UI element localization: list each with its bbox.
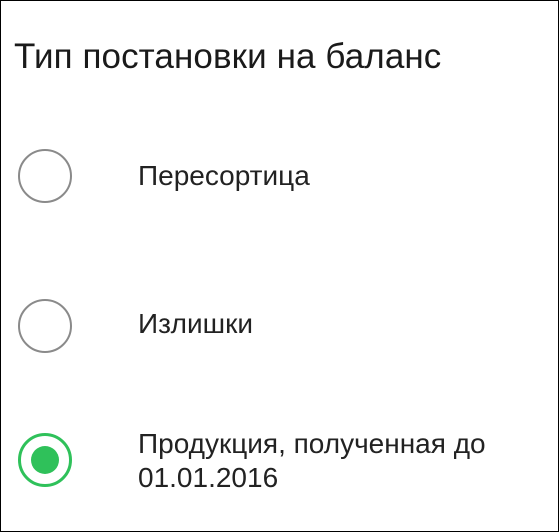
option-label: Продукция, полученная до 01.01.2016	[138, 428, 486, 493]
option-label: Излишки	[138, 308, 253, 339]
dialog-title: Тип постановки на баланс	[14, 37, 442, 76]
option-produktsiya-do-2016[interactable]: Продукция, полученная до 01.01.2016	[1, 421, 558, 531]
radio-dot	[31, 446, 59, 474]
option-label: Пересортица	[138, 160, 310, 191]
option-izlishki[interactable]: Излишки	[1, 291, 558, 361]
radio-unchecked-icon[interactable]	[18, 149, 72, 203]
radio-unchecked-icon[interactable]	[18, 299, 72, 353]
option-peresortitsa[interactable]: Пересортица	[1, 141, 558, 211]
balance-type-dialog: Тип постановки на баланс Пересортица Изл…	[0, 0, 559, 532]
radio-checked-icon[interactable]	[18, 433, 72, 487]
